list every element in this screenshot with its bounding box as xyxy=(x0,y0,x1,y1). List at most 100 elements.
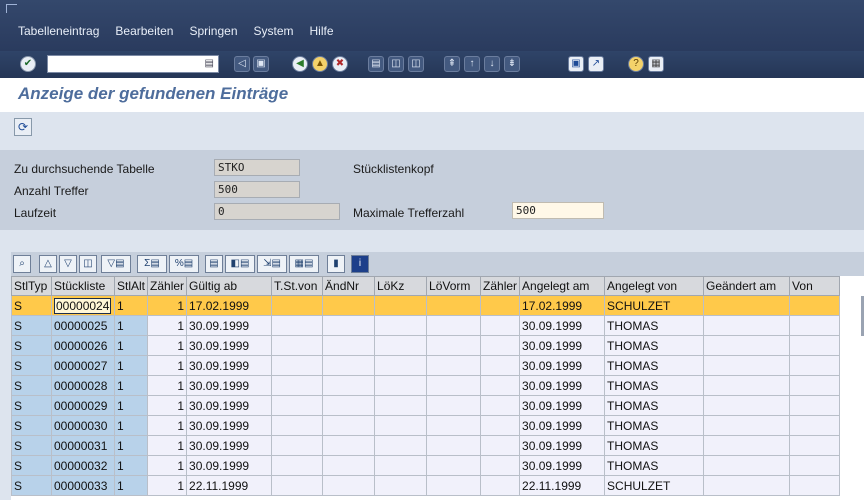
table-cell[interactable]: S xyxy=(11,455,52,476)
table-cell[interactable] xyxy=(271,435,324,456)
find-icon[interactable]: ◫ xyxy=(79,255,97,273)
shortcut-icon[interactable]: ↗ xyxy=(588,56,604,72)
table-cell[interactable]: 30.09.1999 xyxy=(519,395,606,416)
table-cell[interactable] xyxy=(426,375,482,396)
table-cell[interactable]: THOMAS xyxy=(604,395,705,416)
table-cell[interactable]: 30.09.1999 xyxy=(519,435,606,456)
table-cell[interactable] xyxy=(426,355,482,376)
table-cell[interactable] xyxy=(789,395,841,416)
table-cell[interactable]: 30.09.1999 xyxy=(519,335,606,356)
table-cell[interactable]: 1 xyxy=(113,375,149,396)
table-cell[interactable]: 1 xyxy=(147,395,188,416)
table-cell[interactable] xyxy=(322,335,376,356)
table-cell[interactable]: 22.11.1999 xyxy=(519,475,606,496)
table-cell[interactable] xyxy=(271,335,324,356)
column-header[interactable]: Von xyxy=(789,276,841,296)
table-cell[interactable]: 00000033 xyxy=(51,475,115,496)
new-session-icon[interactable]: ▣ xyxy=(568,56,584,72)
table-row[interactable]: S 00000029 1 1 30.09.1999 30.09.1999 THOMAS xyxy=(11,395,841,416)
table-cell[interactable] xyxy=(374,475,428,496)
filter-icon[interactable]: ▽▤ xyxy=(101,255,131,273)
first-page-icon[interactable]: ⇞ xyxy=(444,56,460,72)
table-cell[interactable] xyxy=(480,475,521,496)
table-cell[interactable] xyxy=(789,295,841,316)
max-hits-input[interactable]: 500 xyxy=(512,202,604,219)
table-cell[interactable]: 00000028 xyxy=(51,375,115,396)
table-cell[interactable]: 30.09.1999 xyxy=(186,395,273,416)
table-cell[interactable] xyxy=(789,475,841,496)
table-cell[interactable] xyxy=(322,355,376,376)
table-cell[interactable]: 00000026 xyxy=(51,335,115,356)
cancel-icon[interactable]: ✖ xyxy=(332,56,348,72)
table-cell[interactable]: 1 xyxy=(113,295,149,316)
column-header[interactable]: Stückliste xyxy=(51,276,115,296)
table-cell[interactable] xyxy=(271,355,324,376)
table-row[interactable]: S 00000025 1 1 30.09.1999 30.09.1999 THOMAS xyxy=(11,315,841,336)
table-cell[interactable] xyxy=(374,315,428,336)
table-cell[interactable] xyxy=(703,335,791,356)
table-cell[interactable]: 22.11.1999 xyxy=(186,475,273,496)
table-cell[interactable]: 1 xyxy=(147,455,188,476)
table-cell[interactable] xyxy=(480,455,521,476)
help-icon[interactable]: ? xyxy=(628,56,644,72)
table-cell[interactable]: 1 xyxy=(113,395,149,416)
menu-item-hilfe[interactable]: Hilfe xyxy=(310,24,334,38)
table-cell[interactable] xyxy=(374,355,428,376)
column-header[interactable]: Geändert am xyxy=(703,276,791,296)
save-icon[interactable]: ▣ xyxy=(253,56,269,72)
table-cell[interactable] xyxy=(374,375,428,396)
table-cell[interactable] xyxy=(322,455,376,476)
table-cell[interactable]: 00000025 xyxy=(51,315,115,336)
table-cell[interactable]: 1 xyxy=(147,295,188,316)
table-cell[interactable]: 00000027 xyxy=(51,355,115,376)
table-cell[interactable]: 30.09.1999 xyxy=(519,415,606,436)
column-header[interactable]: Zähler xyxy=(480,276,521,296)
table-cell[interactable] xyxy=(703,295,791,316)
table-cell[interactable]: S xyxy=(11,315,52,336)
info-icon[interactable]: i xyxy=(351,255,369,273)
table-cell[interactable]: 00000030 xyxy=(51,415,115,436)
table-cell[interactable]: 30.09.1999 xyxy=(186,315,273,336)
table-cell[interactable]: 00000032 xyxy=(51,455,115,476)
table-cell[interactable] xyxy=(322,475,376,496)
table-cell[interactable] xyxy=(271,375,324,396)
table-cell[interactable]: S xyxy=(11,295,52,316)
column-header[interactable]: StlAlt xyxy=(113,276,149,296)
table-cell[interactable] xyxy=(271,395,324,416)
table-cell[interactable]: 30.09.1999 xyxy=(186,415,273,436)
table-cell[interactable] xyxy=(271,455,324,476)
back-arrow-icon[interactable]: ◁ xyxy=(234,56,250,72)
table-cell[interactable]: 1 xyxy=(113,355,149,376)
sum-icon[interactable]: Σ▤ xyxy=(137,255,167,273)
table-cell[interactable]: S xyxy=(11,335,52,356)
table-row[interactable]: S 00000024 1 1 17.02.1999 17.02.1999 SCHULZET xyxy=(11,295,841,316)
table-cell[interactable] xyxy=(480,375,521,396)
table-cell[interactable] xyxy=(271,315,324,336)
table-cell[interactable]: 1 xyxy=(147,335,188,356)
export-icon[interactable]: ⇲▤ xyxy=(257,255,287,273)
column-header[interactable]: Gültig ab xyxy=(186,276,273,296)
table-row[interactable]: S 00000031 1 1 30.09.1999 30.09.1999 THOMAS xyxy=(11,435,841,456)
menu-item-system[interactable]: System xyxy=(254,24,294,38)
menu-item-tabelleneintrag[interactable]: Tabelleneintrag xyxy=(18,24,99,38)
column-header[interactable]: Angelegt von xyxy=(604,276,705,296)
table-cell[interactable]: THOMAS xyxy=(604,435,705,456)
find-next-icon[interactable]: ◫ xyxy=(408,56,424,72)
table-cell[interactable]: 00000029 xyxy=(51,395,115,416)
table-cell[interactable]: S xyxy=(11,395,52,416)
table-cell[interactable]: S xyxy=(11,475,52,496)
table-cell[interactable] xyxy=(322,375,376,396)
exit-icon[interactable]: ▲ xyxy=(312,56,328,72)
table-cell[interactable] xyxy=(322,395,376,416)
table-cell[interactable] xyxy=(426,395,482,416)
table-cell[interactable]: THOMAS xyxy=(604,315,705,336)
focused-cell-value[interactable]: 00000024 xyxy=(54,297,112,314)
print-icon[interactable]: ▤ xyxy=(368,56,384,72)
table-cell[interactable] xyxy=(374,295,428,316)
table-cell[interactable] xyxy=(426,435,482,456)
table-cell[interactable] xyxy=(426,295,482,316)
table-cell[interactable] xyxy=(480,395,521,416)
table-cell[interactable]: 30.09.1999 xyxy=(186,335,273,356)
table-cell[interactable]: 1 xyxy=(113,455,149,476)
table-cell[interactable] xyxy=(703,475,791,496)
